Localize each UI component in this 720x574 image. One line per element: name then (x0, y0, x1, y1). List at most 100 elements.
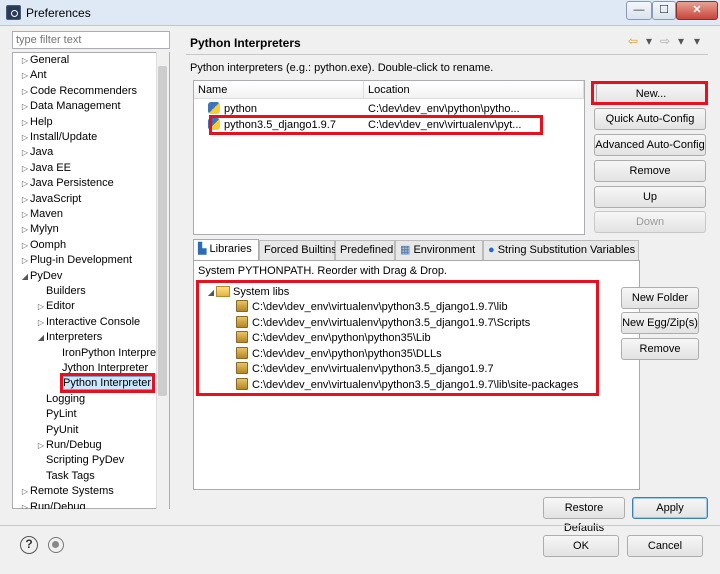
tree-item-jython-interpreter[interactable]: Jython Interpreter (52, 361, 148, 376)
tree-item-editor[interactable]: ▷ Editor (36, 299, 75, 314)
tree-item-interpreters[interactable]: ◢ Interpreters (36, 330, 102, 345)
tree-item-oomph[interactable]: ▷ Oomph (20, 238, 66, 253)
expand-arrow-icon[interactable]: ▷ (20, 84, 30, 99)
tree-item-run-debug[interactable]: ▷ Run/Debug (36, 438, 102, 453)
minimize-button[interactable]: — (626, 1, 652, 20)
tree-item-interactive-console[interactable]: ▷ Interactive Console (36, 315, 140, 330)
new-interpreter-button[interactable]: New... (596, 83, 706, 105)
tab-string-substitution[interactable]: ● String Substitution Variables (483, 240, 639, 260)
tab-forced-builtins[interactable]: Forced Builtins (259, 240, 337, 260)
expand-arrow-icon[interactable]: ◢ (20, 269, 30, 284)
tree-item-label: General (30, 54, 70, 66)
tree-item-remote-systems[interactable]: ▷ Remote Systems (20, 484, 114, 499)
tree-item-java[interactable]: ▷ Java (20, 145, 53, 160)
tree-item-java-ee[interactable]: ▷ Java EE (20, 161, 71, 176)
tree-item-logging[interactable]: Logging (36, 392, 85, 407)
expand-arrow-icon[interactable]: ◢ (36, 330, 46, 345)
tree-item-code-recommenders[interactable]: ▷ Code Recommenders (20, 84, 137, 99)
view-menu-icon[interactable]: ▾ (694, 34, 700, 48)
tree-item-label: Builders (46, 285, 86, 297)
forward-menu-icon[interactable]: ▾ (678, 34, 684, 48)
tree-item-mylyn[interactable]: ▷ Mylyn (20, 222, 59, 237)
expand-arrow-icon[interactable]: ▷ (20, 207, 30, 222)
cancel-button[interactable]: Cancel (627, 535, 703, 557)
interpreter-location: C:\dev\dev_env\virtualenv\pyt... (368, 119, 522, 131)
library-path-item[interactable]: C:\dev\dev_env\virtualenv\python3.5_djan… (236, 315, 530, 331)
interpreter-row-python[interactable]: python (208, 101, 257, 117)
tree-item-task-tags[interactable]: Task Tags (36, 469, 95, 484)
expand-arrow-icon[interactable]: ▷ (20, 222, 30, 237)
tree-item-run-debug[interactable]: ▷ Run/Debug (20, 500, 86, 509)
new-folder-button[interactable]: New Folder (621, 287, 699, 309)
down-button[interactable]: Down (594, 211, 706, 233)
tree-item-javascript[interactable]: ▷ JavaScript (20, 192, 81, 207)
system-libs-label: System libs (233, 286, 290, 298)
tab-predefined[interactable]: Predefined (335, 240, 395, 260)
library-path-item[interactable]: C:\dev\dev_env\python\python35\DLLs (236, 346, 442, 362)
expand-arrow-icon[interactable]: ▷ (36, 315, 46, 330)
expand-arrow-icon[interactable]: ▷ (20, 176, 30, 191)
system-libs-node[interactable]: ◢ System libs (206, 284, 289, 300)
column-header-location[interactable]: Location (364, 81, 584, 99)
tree-item-pydev[interactable]: ◢ PyDev (20, 269, 62, 284)
tree-item-install-update[interactable]: ▷ Install/Update (20, 130, 97, 145)
expand-arrow-icon[interactable]: ▷ (20, 99, 30, 114)
expand-arrow-icon[interactable]: ▷ (36, 299, 46, 314)
help-icon[interactable]: ? (20, 536, 38, 554)
libraries-caption: System PYTHONPATH. Reorder with Drag & D… (198, 265, 447, 277)
expand-arrow-icon[interactable]: ▷ (20, 161, 30, 176)
ok-button[interactable]: OK (543, 535, 619, 557)
tree-scrollbar-thumb[interactable] (158, 66, 167, 396)
advanced-auto-config-button[interactable]: Advanced Auto-Config (594, 134, 706, 156)
expand-arrow-icon[interactable]: ▷ (20, 53, 30, 68)
tree-item-scripting-pydev[interactable]: Scripting PyDev (36, 453, 124, 468)
close-button[interactable]: ✕ (676, 1, 718, 20)
expand-arrow-icon[interactable]: ▷ (20, 500, 30, 509)
tree-item-ironpython-interpreter[interactable]: IronPython Interpreter (52, 346, 156, 361)
expand-arrow-icon[interactable]: ▷ (20, 484, 30, 499)
tree-item-ant[interactable]: ▷ Ant (20, 68, 47, 83)
tree-item-plug-in-development[interactable]: ▷ Plug-in Development (20, 253, 132, 268)
library-path-item[interactable]: C:\dev\dev_env\virtualenv\python3.5_djan… (236, 299, 508, 315)
tree-item-data-management[interactable]: ▷ Data Management (20, 99, 121, 114)
expand-arrow-icon[interactable]: ▷ (20, 130, 30, 145)
up-button[interactable]: Up (594, 186, 706, 208)
tree-item-label: Ant (30, 69, 47, 82)
remove-interpreter-button[interactable]: Remove (594, 160, 706, 182)
tree-item-java-persistence[interactable]: ▷ Java Persistence (20, 176, 114, 191)
tree-item-pylint[interactable]: PyLint (36, 407, 77, 422)
tree-item-help[interactable]: ▷ Help (20, 115, 53, 130)
tree-item-python-interpreter[interactable]: Python Interpreter (52, 376, 154, 391)
record-icon[interactable] (48, 537, 64, 553)
expand-arrow-icon[interactable]: ▷ (20, 145, 30, 160)
tree-item-pyunit[interactable]: PyUnit (36, 423, 78, 438)
library-path-item[interactable]: C:\dev\dev_env\virtualenv\python3.5_djan… (236, 377, 579, 393)
column-header-name[interactable]: Name (194, 81, 364, 99)
quick-auto-config-button[interactable]: Quick Auto-Config (594, 108, 706, 130)
tab-environment[interactable]: ▦ Environment (395, 240, 483, 260)
library-path-item[interactable]: C:\dev\dev_env\virtualenv\python3.5_djan… (236, 361, 494, 377)
remove-library-button[interactable]: Remove (621, 338, 699, 360)
forward-arrow-icon[interactable]: ⇨ (660, 34, 670, 48)
expand-arrow-icon[interactable]: ▷ (20, 238, 30, 253)
maximize-button[interactable]: ☐ (652, 1, 676, 20)
apply-button[interactable]: Apply (632, 497, 708, 519)
tree-item-maven[interactable]: ▷ Maven (20, 207, 63, 222)
library-path-item[interactable]: C:\dev\dev_env\python\python35\Lib (236, 330, 431, 346)
interpreter-row-django[interactable]: python3.5_django1.9.7 (208, 117, 336, 133)
library-path-label: C:\dev\dev_env\virtualenv\python3.5_djan… (252, 316, 531, 329)
tree-item-builders[interactable]: Builders (36, 284, 86, 299)
expand-arrow-icon[interactable]: ▷ (36, 438, 46, 453)
expand-arrow-icon[interactable]: ▷ (20, 68, 30, 83)
expand-arrow-icon[interactable]: ▷ (20, 253, 30, 268)
interpreter-location: C:\dev\dev_env\python\pytho... (368, 103, 520, 115)
tree-item-label: PyLint (46, 408, 77, 421)
expand-arrow-icon[interactable]: ▷ (20, 192, 30, 207)
expand-arrow-icon[interactable]: ▷ (20, 115, 30, 130)
new-egg-zip-button[interactable]: New Egg/Zip(s) (621, 312, 699, 334)
back-menu-icon[interactable]: ▾ (646, 34, 652, 48)
tab-libraries[interactable]: ▙ Libraries (193, 239, 259, 260)
back-arrow-icon[interactable]: ⇦ (628, 34, 638, 48)
tree-item-general[interactable]: ▷ General (20, 53, 69, 68)
restore-defaults-button[interactable]: Restore Defaults (543, 497, 625, 534)
